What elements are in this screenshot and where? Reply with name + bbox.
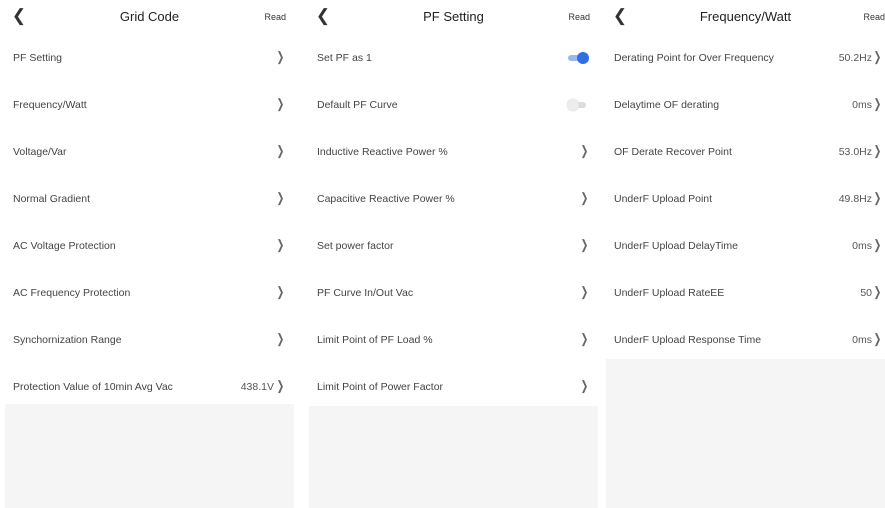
chevron-right-icon: ❯ xyxy=(873,49,882,64)
row-of-derate-recover-point[interactable]: OF Derate Recover Point 53.0Hz ❯ xyxy=(606,130,885,177)
chevron-right-icon: ❯ xyxy=(276,331,285,346)
chevron-right-icon: ❯ xyxy=(276,143,285,158)
settings-list: Derating Point for Over Frequency 50.2Hz ❯… xyxy=(606,36,885,365)
chevron-right-icon: ❯ xyxy=(873,96,882,111)
row-label: AC Frequency Protection xyxy=(13,287,131,299)
read-button[interactable]: Read xyxy=(863,12,885,22)
row-delaytime-of-derating[interactable]: Delaytime OF derating 0ms ❯ xyxy=(606,83,885,130)
row-label: Limit Point of Power Factor xyxy=(317,381,444,393)
chevron-right-icon: ❯ xyxy=(580,378,589,393)
row-label: PF Setting xyxy=(13,52,63,64)
row-label: UnderF Upload RateEE xyxy=(614,287,725,299)
row-value: 49.8Hz xyxy=(838,193,872,205)
chevron-right-icon: ❯ xyxy=(276,49,285,64)
chevron-right-icon: ❯ xyxy=(873,284,882,299)
row-pf-curve-in-out-vac[interactable]: PF Curve In/Out Vac ❯ xyxy=(309,271,598,318)
row-frequency-watt[interactable]: Frequency/Watt ❯ xyxy=(5,83,294,130)
row-limit-point-pf-load[interactable]: Limit Point of PF Load % ❯ xyxy=(309,318,598,365)
row-label: Delaytime OF derating xyxy=(614,99,720,111)
chevron-right-icon: ❯ xyxy=(276,378,285,393)
row-ac-frequency-protection[interactable]: AC Frequency Protection ❯ xyxy=(5,271,294,318)
row-label: Voltage/Var xyxy=(13,146,67,158)
row-label: Frequency/Watt xyxy=(13,99,87,111)
empty-area xyxy=(309,406,598,508)
settings-list: Set PF as 1 Default PF Curve Inductive R… xyxy=(309,36,598,412)
row-underf-upload-delaytime[interactable]: UnderF Upload DelayTime 0ms ❯ xyxy=(606,224,885,271)
chevron-right-icon: ❯ xyxy=(873,143,882,158)
chevron-right-icon: ❯ xyxy=(580,237,589,252)
chevron-right-icon: ❯ xyxy=(276,284,285,299)
row-label: Limit Point of PF Load % xyxy=(317,334,433,346)
row-pf-setting[interactable]: PF Setting ❯ xyxy=(5,36,294,83)
row-inductive-reactive-power[interactable]: Inductive Reactive Power % ❯ xyxy=(309,130,598,177)
row-label: Set PF as 1 xyxy=(317,52,372,64)
row-label: OF Derate Recover Point xyxy=(614,146,732,158)
header: ❮ Frequency/Watt Read xyxy=(606,0,885,36)
page-title: Grid Code xyxy=(119,9,180,24)
row-label: Normal Gradient xyxy=(13,193,91,205)
screenshot-collage: ❮ Grid Code Read PF Setting ❯ Frequency/W… xyxy=(0,0,885,508)
row-label: Protection Value of 10min Avg Vac xyxy=(13,381,173,393)
chevron-right-icon: ❯ xyxy=(873,331,882,346)
row-label: UnderF Upload Response Time xyxy=(614,334,762,346)
read-button[interactable]: Read xyxy=(264,12,286,22)
header: ❮ PF Setting Read xyxy=(309,0,598,36)
chevron-right-icon: ❯ xyxy=(276,96,285,111)
row-value: 0ms xyxy=(852,99,872,111)
row-underf-upload-rateee[interactable]: UnderF Upload RateEE 50 ❯ xyxy=(606,271,885,318)
row-value: 0ms xyxy=(852,334,872,346)
row-voltage-var[interactable]: Voltage/Var ❯ xyxy=(5,130,294,177)
chevron-right-icon: ❯ xyxy=(873,190,882,205)
settings-list: PF Setting ❯ Frequency/Watt ❯ Voltage/Var ❯… xyxy=(5,36,294,412)
row-label: Inductive Reactive Power % xyxy=(317,146,448,158)
pf-setting-screen: ❮ PF Setting Read Set PF as 1 Default PF… xyxy=(309,0,598,508)
row-capacitive-reactive-power[interactable]: Capacitive Reactive Power % ❯ xyxy=(309,177,598,224)
row-label: UnderF Upload Point xyxy=(614,193,713,205)
row-label: Default PF Curve xyxy=(317,99,398,111)
row-value: 438.1V xyxy=(240,381,274,393)
row-set-power-factor[interactable]: Set power factor ❯ xyxy=(309,224,598,271)
row-set-pf-as-1: Set PF as 1 xyxy=(309,36,598,83)
read-button[interactable]: Read xyxy=(568,12,590,22)
chevron-right-icon: ❯ xyxy=(580,143,589,158)
grid-code-screen: ❮ Grid Code Read PF Setting ❯ Frequency/W… xyxy=(5,0,294,508)
chevron-right-icon: ❯ xyxy=(276,190,285,205)
row-normal-gradient[interactable]: Normal Gradient ❯ xyxy=(5,177,294,224)
chevron-right-icon: ❯ xyxy=(276,237,285,252)
row-label: Synchornization Range xyxy=(13,334,122,346)
row-limit-point-power-factor[interactable]: Limit Point of Power Factor ❯ xyxy=(309,365,598,412)
chevron-right-icon: ❯ xyxy=(580,190,589,205)
row-label: Derating Point for Over Frequency xyxy=(614,52,774,64)
row-default-pf-curve: Default PF Curve xyxy=(309,83,598,130)
chevron-right-icon: ❯ xyxy=(580,331,589,346)
row-synchronization-range[interactable]: Synchornization Range ❯ xyxy=(5,318,294,365)
row-label: AC Voltage Protection xyxy=(13,240,116,252)
row-value: 53.0Hz xyxy=(838,146,872,158)
set-pf-as-1-toggle[interactable] xyxy=(568,52,589,64)
empty-area xyxy=(606,359,885,508)
chevron-right-icon: ❯ xyxy=(873,237,882,252)
empty-area xyxy=(5,404,294,508)
default-pf-curve-toggle[interactable] xyxy=(567,99,588,111)
row-label: Set power factor xyxy=(317,240,394,252)
row-underf-upload-point[interactable]: UnderF Upload Point 49.8Hz ❯ xyxy=(606,177,885,224)
chevron-right-icon: ❯ xyxy=(580,284,589,299)
row-label: Capacitive Reactive Power % xyxy=(317,193,455,205)
row-value: 50 xyxy=(860,287,872,299)
row-ac-voltage-protection[interactable]: AC Voltage Protection ❯ xyxy=(5,224,294,271)
row-label: PF Curve In/Out Vac xyxy=(317,287,414,299)
row-underf-upload-response-time[interactable]: UnderF Upload Response Time 0ms ❯ xyxy=(606,318,885,365)
header: ❮ Grid Code Read xyxy=(5,0,294,36)
row-label: UnderF Upload DelayTime xyxy=(614,240,738,252)
page-title: Frequency/Watt xyxy=(699,9,792,24)
row-derating-point-over-frequency[interactable]: Derating Point for Over Frequency 50.2Hz ❯ xyxy=(606,36,885,83)
page-title: PF Setting xyxy=(423,9,484,24)
row-value: 0ms xyxy=(852,240,872,252)
row-value: 50.2Hz xyxy=(838,52,872,64)
frequency-watt-screen: ❮ Frequency/Watt Read Derating Point for… xyxy=(606,0,885,508)
